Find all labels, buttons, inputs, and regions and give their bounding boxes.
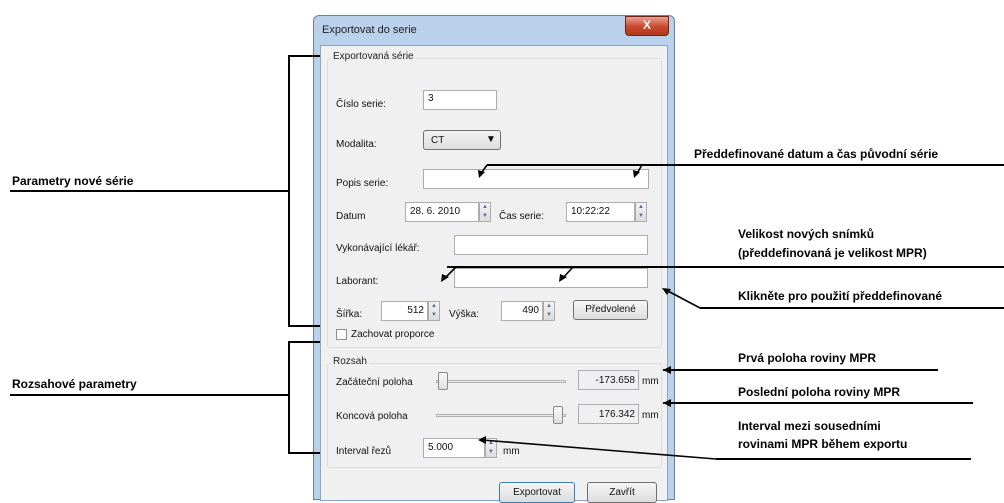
arrowhead-date bbox=[478, 170, 485, 178]
pointer-interval bbox=[481, 439, 717, 460]
arrowhead-interval bbox=[478, 436, 486, 444]
arrowhead-first-mpr bbox=[663, 366, 671, 374]
annotation-pointers bbox=[441, 164, 717, 460]
pointer-preset bbox=[665, 289, 701, 309]
arrowhead-last-mpr bbox=[663, 399, 671, 407]
